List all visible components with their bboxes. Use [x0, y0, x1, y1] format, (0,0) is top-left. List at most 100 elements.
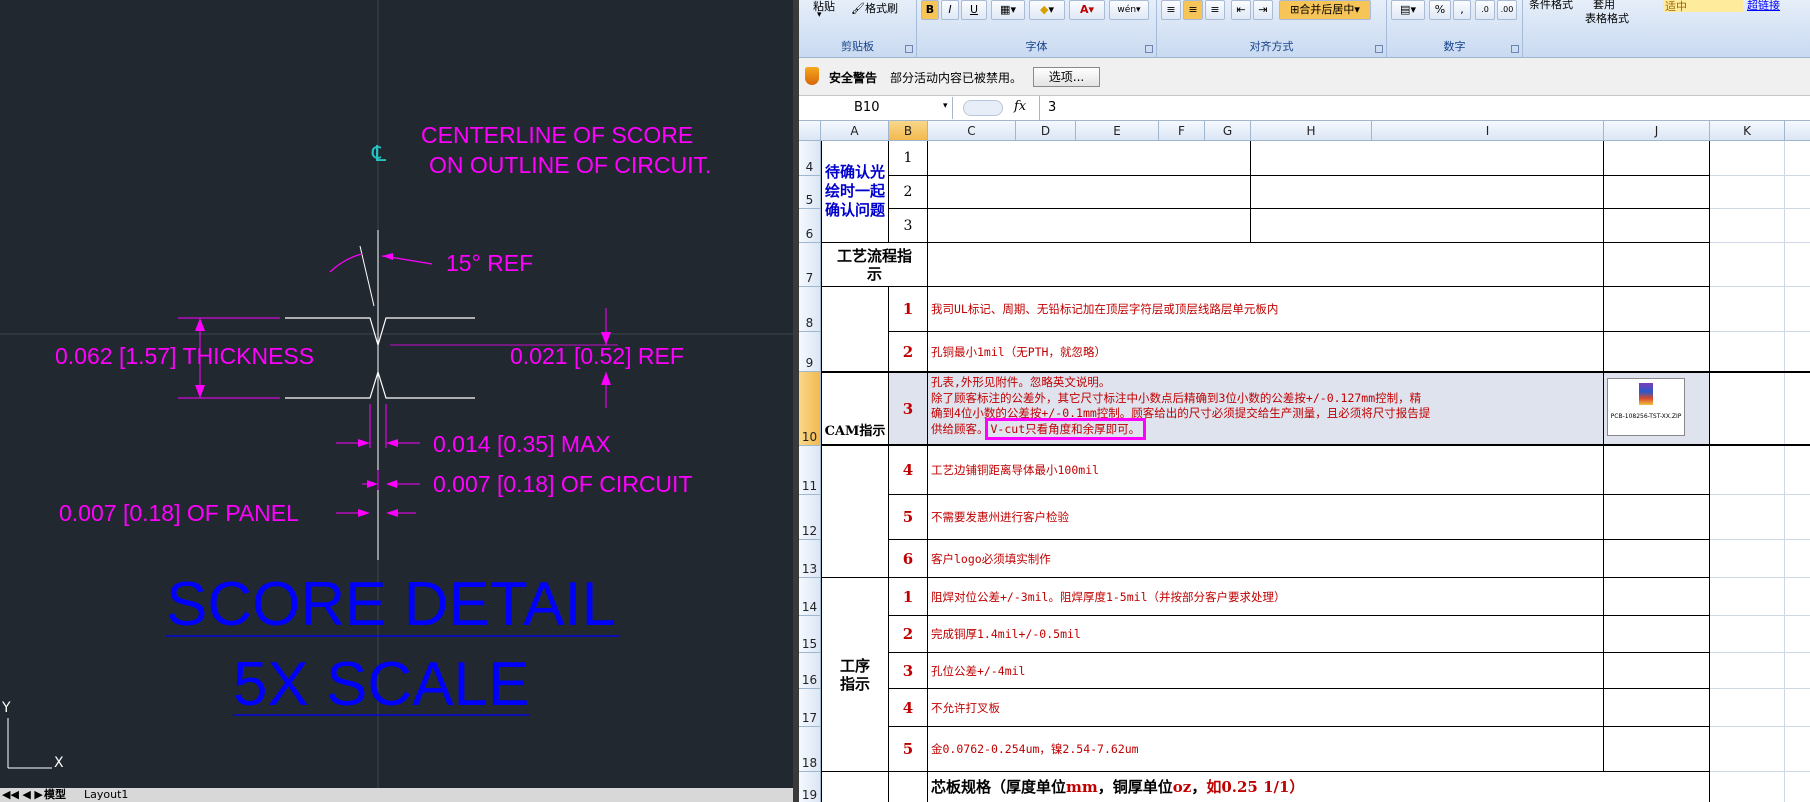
- row-header-7[interactable]: 7: [799, 243, 821, 287]
- formula-input[interactable]: 3: [1039, 96, 1810, 120]
- increase-indent-button[interactable]: ⇥: [1253, 0, 1273, 20]
- row-header-11[interactable]: 11: [799, 446, 821, 495]
- pending-cell[interactable]: [928, 209, 1251, 243]
- font-color-button[interactable]: A▾: [1069, 0, 1105, 20]
- number-launcher-icon[interactable]: [1511, 45, 1519, 53]
- hyperlink-style[interactable]: 超链接: [1747, 0, 1780, 13]
- font-launcher-icon[interactable]: [1145, 45, 1153, 53]
- column-header-k[interactable]: K: [1710, 121, 1785, 141]
- cam-item-text[interactable]: 不需要发惠州进行客户检验: [928, 495, 1604, 540]
- tab-model[interactable]: 模型: [44, 788, 66, 802]
- bold-button[interactable]: B: [921, 0, 939, 20]
- column-header-e[interactable]: E: [1076, 121, 1159, 141]
- cam-item-text[interactable]: 我司UL标记、周期、无铅标记加在顶层字符层或顶层线路层单元板内: [928, 287, 1604, 332]
- attachment-cell[interactable]: PCB-108256-TST-XX.ZIP: [1604, 372, 1710, 446]
- phonetic-button[interactable]: wén▾: [1109, 0, 1149, 20]
- cam-j-cell[interactable]: [1604, 332, 1710, 372]
- pending-cell[interactable]: [1251, 209, 1604, 243]
- tab-nav-arrows[interactable]: ◀◀ ◀ ▶: [2, 788, 43, 802]
- name-box[interactable]: B10: [799, 97, 953, 119]
- grid-cell[interactable]: [1710, 176, 1785, 209]
- increase-decimal-button[interactable]: .0: [1475, 0, 1495, 20]
- pending-cell[interactable]: [1604, 176, 1710, 209]
- clipboard-launcher-icon[interactable]: [905, 45, 913, 53]
- align-left-button[interactable]: ≡: [1161, 0, 1181, 20]
- procedure-item-text[interactable]: 完成铜厚1.4mil+/-0.5mil: [928, 616, 1604, 653]
- grid-cell[interactable]: [1710, 616, 1785, 653]
- row-header-19[interactable]: 19: [799, 772, 821, 802]
- procedure-j-cell[interactable]: [1604, 727, 1710, 772]
- grid-cell[interactable]: [1785, 772, 1810, 802]
- procedure-j-cell[interactable]: [1604, 578, 1710, 616]
- grid-cell[interactable]: [1710, 495, 1785, 540]
- decrease-decimal-button[interactable]: .00: [1497, 0, 1517, 20]
- row-header-10[interactable]: 10: [799, 372, 821, 446]
- cam-j-cell[interactable]: [1604, 495, 1710, 540]
- row-header-12[interactable]: 12: [799, 495, 821, 540]
- process-flow-cell[interactable]: [928, 243, 1604, 287]
- pending-cell[interactable]: [1604, 209, 1710, 243]
- cam-item-text[interactable]: 客户logo必须填实制作: [928, 540, 1604, 578]
- grid-cell[interactable]: [1710, 332, 1785, 372]
- grid-cell[interactable]: [1785, 287, 1810, 332]
- cam-j-cell[interactable]: [1604, 287, 1710, 332]
- grid-cell[interactable]: [1710, 772, 1785, 802]
- row-header-14[interactable]: 14: [799, 578, 821, 616]
- pending-cell[interactable]: [928, 176, 1251, 209]
- grid-cell[interactable]: [1785, 372, 1810, 446]
- accounting-format-button[interactable]: ▤▾: [1391, 0, 1425, 20]
- zip-attachment-icon[interactable]: PCB-108256-TST-XX.ZIP: [1607, 378, 1685, 436]
- style-neutral-cell[interactable]: 适中: [1663, 0, 1743, 13]
- core-spec-a[interactable]: [821, 772, 889, 802]
- cam-item-3-text[interactable]: 孔表,外形见附件。忽略英文说明。 除了顾客标注的公差外，其它尺寸标注中小数点后精确…: [928, 372, 1604, 446]
- row-header-6[interactable]: 6: [799, 209, 821, 243]
- row-header-9[interactable]: 9: [799, 332, 821, 372]
- procedure-item-text[interactable]: 金0.0762-0.254um，镍2.54-7.62um: [928, 727, 1604, 772]
- procedure-item-text[interactable]: 孔位公差+/-4mil: [928, 653, 1604, 689]
- cam-item-text[interactable]: 工艺边铺铜距离导体最小100mil: [928, 446, 1604, 495]
- grid-cell[interactable]: [1710, 243, 1785, 287]
- grid-cell[interactable]: [1785, 727, 1810, 772]
- row-header-16[interactable]: 16: [799, 653, 821, 689]
- grid-cell[interactable]: [1785, 653, 1810, 689]
- grid-cell[interactable]: [1710, 727, 1785, 772]
- procedure-j-cell[interactable]: [1604, 616, 1710, 653]
- procedure-item-text[interactable]: 不允许打叉板: [928, 689, 1604, 727]
- align-right-button[interactable]: ≡: [1205, 0, 1225, 20]
- conditional-format-button[interactable]: 条件格式: [1529, 0, 1573, 12]
- row-header-8[interactable]: 8: [799, 287, 821, 332]
- row-header-15[interactable]: 15: [799, 616, 821, 653]
- row-header-4[interactable]: 4: [799, 141, 821, 176]
- grid-cell[interactable]: [1710, 287, 1785, 332]
- column-header-f[interactable]: F: [1159, 121, 1205, 141]
- row-header-17[interactable]: 17: [799, 689, 821, 727]
- column-header-d[interactable]: D: [1016, 121, 1076, 141]
- decrease-indent-button[interactable]: ⇤: [1231, 0, 1251, 20]
- column-header-i[interactable]: I: [1372, 121, 1604, 141]
- cam-j-cell[interactable]: [1604, 446, 1710, 495]
- grid-cell[interactable]: [1785, 141, 1810, 176]
- grid-cell[interactable]: [1710, 141, 1785, 176]
- column-header-b[interactable]: B: [889, 121, 928, 141]
- grid-cell[interactable]: [1710, 540, 1785, 578]
- grid-cell[interactable]: [1785, 243, 1810, 287]
- column-header-l[interactable]: L: [1785, 121, 1810, 141]
- fill-color-button[interactable]: ◆▾: [1029, 0, 1065, 20]
- grid-cell[interactable]: [1785, 689, 1810, 727]
- comma-button[interactable]: ,: [1453, 0, 1471, 20]
- column-header-h[interactable]: H: [1251, 121, 1372, 141]
- name-box-dropdown-icon[interactable]: ▾: [943, 101, 948, 111]
- grid-cell[interactable]: [1710, 653, 1785, 689]
- function-icon[interactable]: fx: [1014, 99, 1026, 114]
- column-header-a[interactable]: A: [821, 121, 889, 141]
- procedure-item-text[interactable]: 阻焊对位公差+/-3mil。阻焊厚度1-5mil（并按部分客户要求处理）: [928, 578, 1604, 616]
- worksheet-grid[interactable]: ABCDEFGHIJKLM45678910111213141516171819待…: [799, 121, 1810, 802]
- core-spec-b[interactable]: [889, 772, 928, 802]
- paste-dropdown-icon[interactable]: ▾: [817, 10, 822, 20]
- percent-button[interactable]: %: [1429, 0, 1451, 20]
- cam-j-cell[interactable]: [1604, 540, 1710, 578]
- column-header-g[interactable]: G: [1205, 121, 1251, 141]
- italic-button[interactable]: I: [941, 0, 959, 20]
- grid-cell[interactable]: [1785, 446, 1810, 495]
- grid-cell[interactable]: [1785, 209, 1810, 243]
